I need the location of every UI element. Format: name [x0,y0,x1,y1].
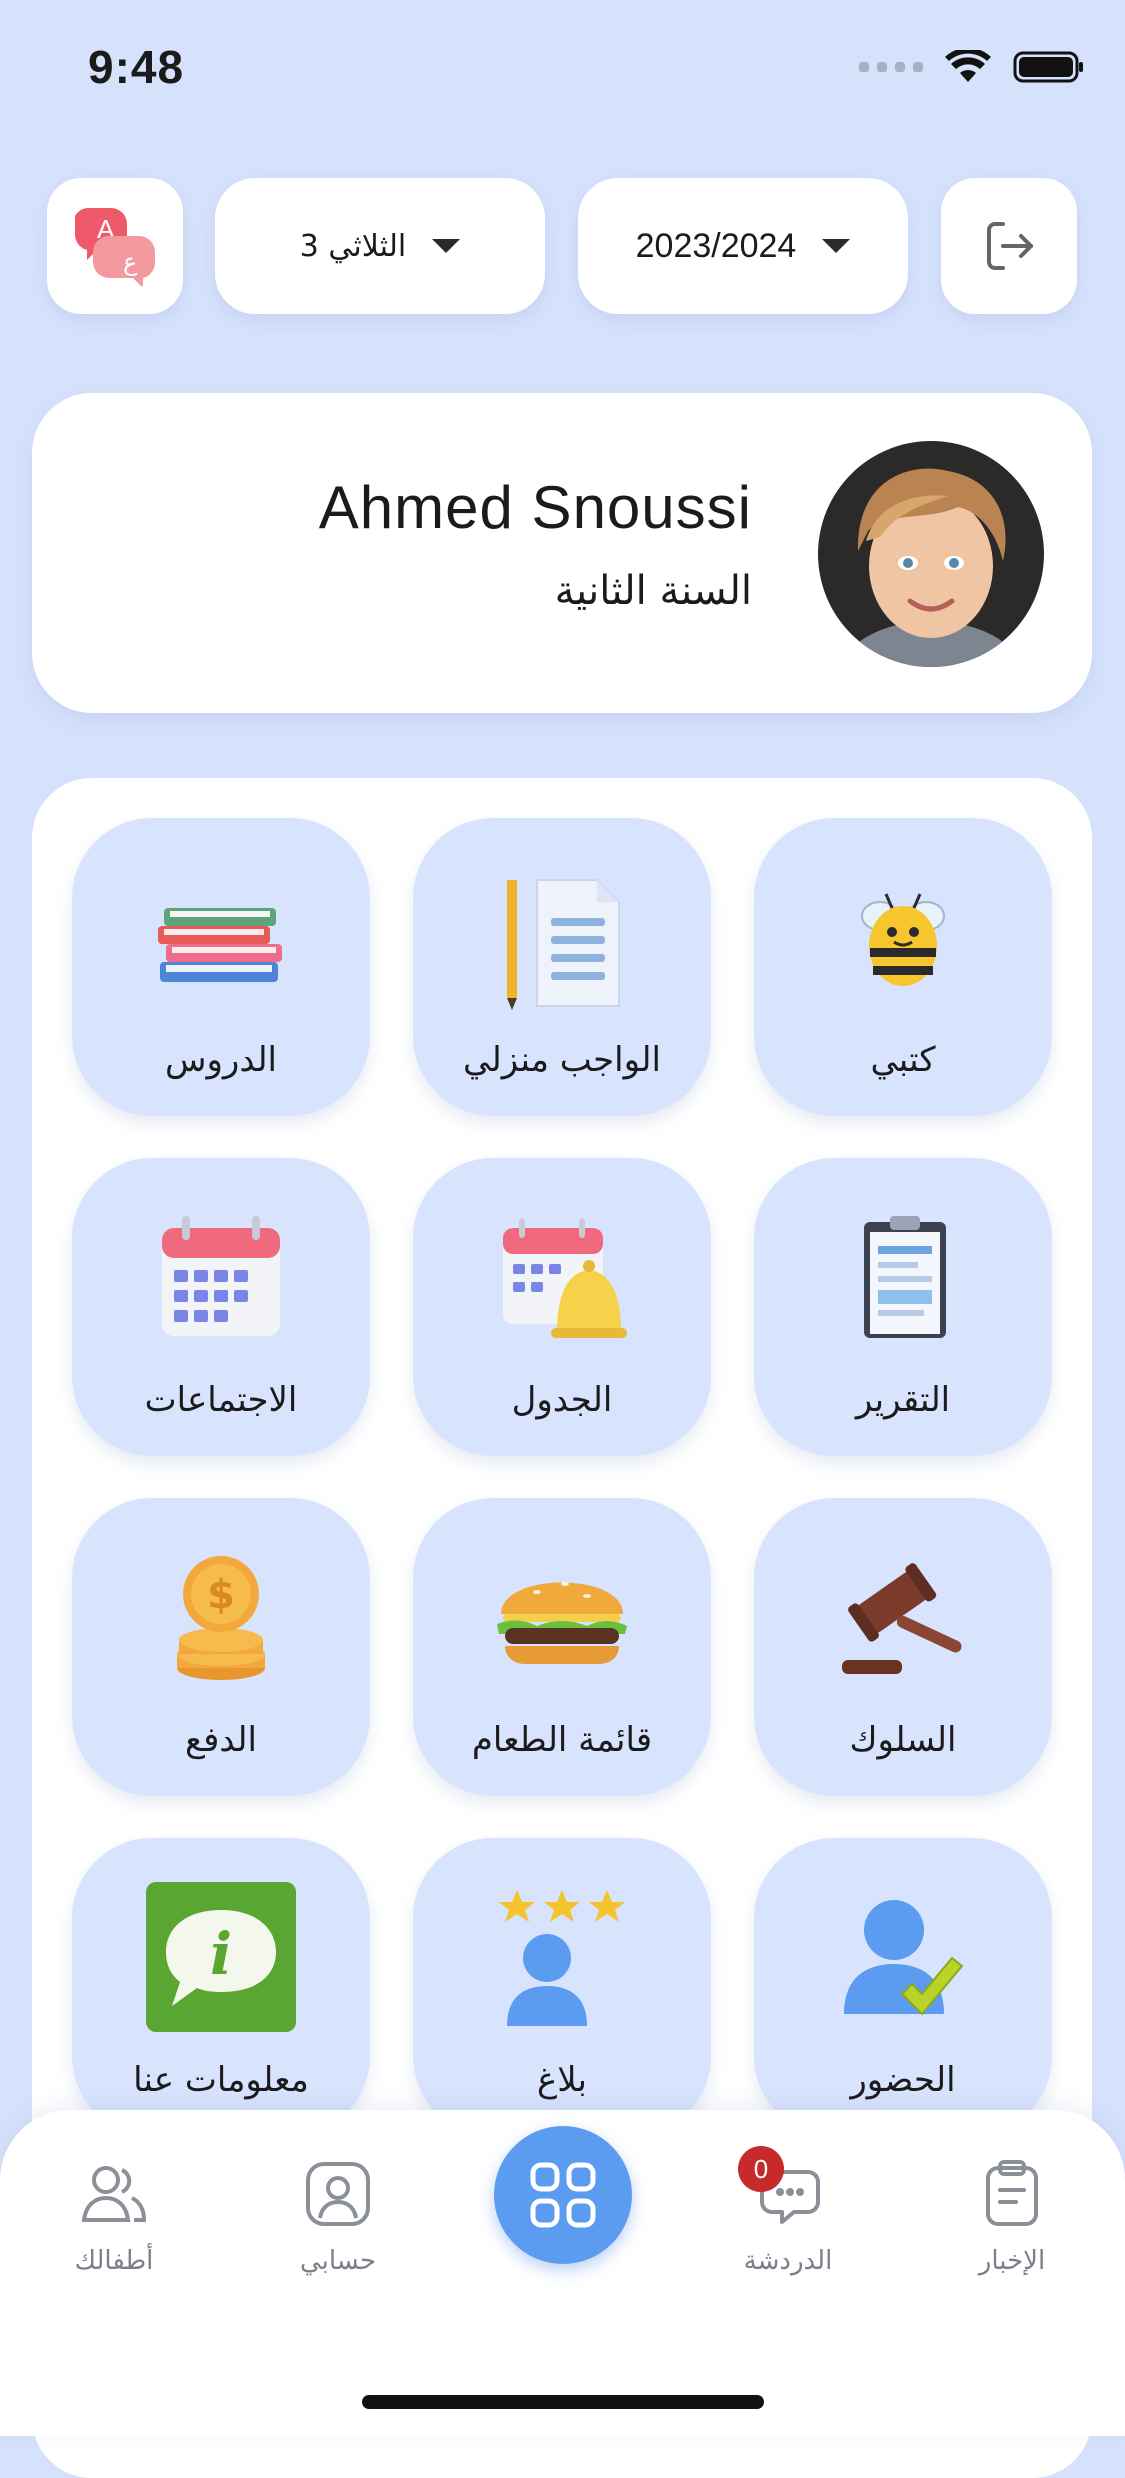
menu-item-schedule[interactable]: الجدول [413,1158,711,1456]
menu-item-behavior[interactable]: السلوك [754,1498,1052,1796]
year-dropdown[interactable]: 2023/2024 [578,178,908,314]
report-icon [864,1216,946,1338]
grid-icon [530,2162,596,2228]
menu-item-payment[interactable]: $ الدفع [72,1498,370,1796]
menu-item-lessons[interactable]: الدروس [72,818,370,1116]
signal-icon [859,62,923,72]
svg-text:i: i [210,1920,232,1988]
schedule-icon [503,1218,627,1338]
menu-item-label: كتبي [870,1040,936,1080]
burger-icon [497,1582,627,1664]
attendance-icon [844,1900,964,2016]
menu-item-label: الدفع [184,1720,257,1760]
term-dropdown[interactable]: الثلاثي 3 [215,178,545,314]
users-icon [81,2166,147,2222]
coins-icon: $ [177,1556,265,1680]
menu-item-label: الحضور [850,2060,956,2100]
menu-item-report[interactable]: التقرير [754,1158,1052,1456]
homework-icon [507,879,620,1010]
menu-item-about-us[interactable]: i معلومات عنا [72,1838,370,2136]
battery-icon [1013,51,1083,83]
status-time: 9:48 [88,41,185,93]
rating-icon [499,1890,625,2026]
language-button[interactable]: A ع [47,178,183,314]
menu-item-food-menu[interactable]: قائمة الطعام [413,1498,711,1796]
clipboard-icon [986,2160,1038,2226]
gavel-icon [842,1563,962,1674]
menu-item-label: الواجب منزلي [463,1040,661,1080]
menu-item-label: قائمة الطعام [471,1720,653,1760]
term-value: الثلاثي 3 [299,228,407,264]
menu-item-my-books[interactable]: كتبي [754,818,1052,1116]
language-icon: A ع [74,207,156,286]
logout-icon [987,222,1033,270]
svg-text:ع: ع [123,248,138,276]
nav-children[interactable]: أطفالك [14,2158,214,2276]
child-grade: السنة الثانية [554,568,752,614]
nav-chat[interactable]: الدردشة [688,2158,888,2276]
menu-item-label: الجدول [511,1380,613,1420]
menu-item-label: بلاغ [536,2060,588,2100]
svg-text:$: $ [207,1572,235,1618]
child-name: Ahmed Snoussi [318,474,752,541]
menu-item-homework[interactable]: الواجب منزلي [413,818,711,1116]
books-icon [158,908,282,982]
nav-news[interactable]: الإخبار [912,2158,1112,2276]
avatar [818,441,1044,667]
home-indicator [362,2395,764,2409]
menu-item-label: السلوك [849,1720,957,1760]
nav-account[interactable]: حسابي [238,2158,438,2276]
menu-item-label: الدروس [165,1040,277,1080]
chevron-down-icon [822,239,851,253]
menu-item-meetings[interactable]: الاجتماعات [72,1158,370,1456]
nav-label: أطفالك [74,2246,154,2276]
bee-icon [861,893,945,986]
status-icons [859,50,1085,84]
info-icon: i [146,1882,296,2032]
chat-badge: 0 [738,2146,784,2192]
child-profile-card[interactable]: Ahmed Snoussi السنة الثانية [32,393,1092,713]
home-grid-button[interactable] [494,2126,632,2264]
bottom-nav: الإخبار الدردشة 0 حسابي أطفالك [0,2110,1125,2436]
menu-item-report-issue[interactable]: بلاغ [413,1838,711,2136]
menu-item-attendance[interactable]: الحضور [754,1838,1052,2136]
nav-label: الدردشة [743,2246,833,2276]
calendar-icon [162,1216,280,1336]
logout-button[interactable] [941,178,1077,314]
menu-item-label: الاجتماعات [144,1380,298,1420]
wifi-icon [945,50,991,82]
nav-label: حسابي [299,2246,377,2276]
nav-label: الإخبار [978,2246,1046,2276]
year-value: 2023/2024 [635,226,797,265]
menu-item-label: التقرير [855,1380,951,1420]
menu-item-label: معلومات عنا [133,2060,309,2100]
chevron-down-icon [432,239,461,253]
profile-icon [306,2162,370,2226]
